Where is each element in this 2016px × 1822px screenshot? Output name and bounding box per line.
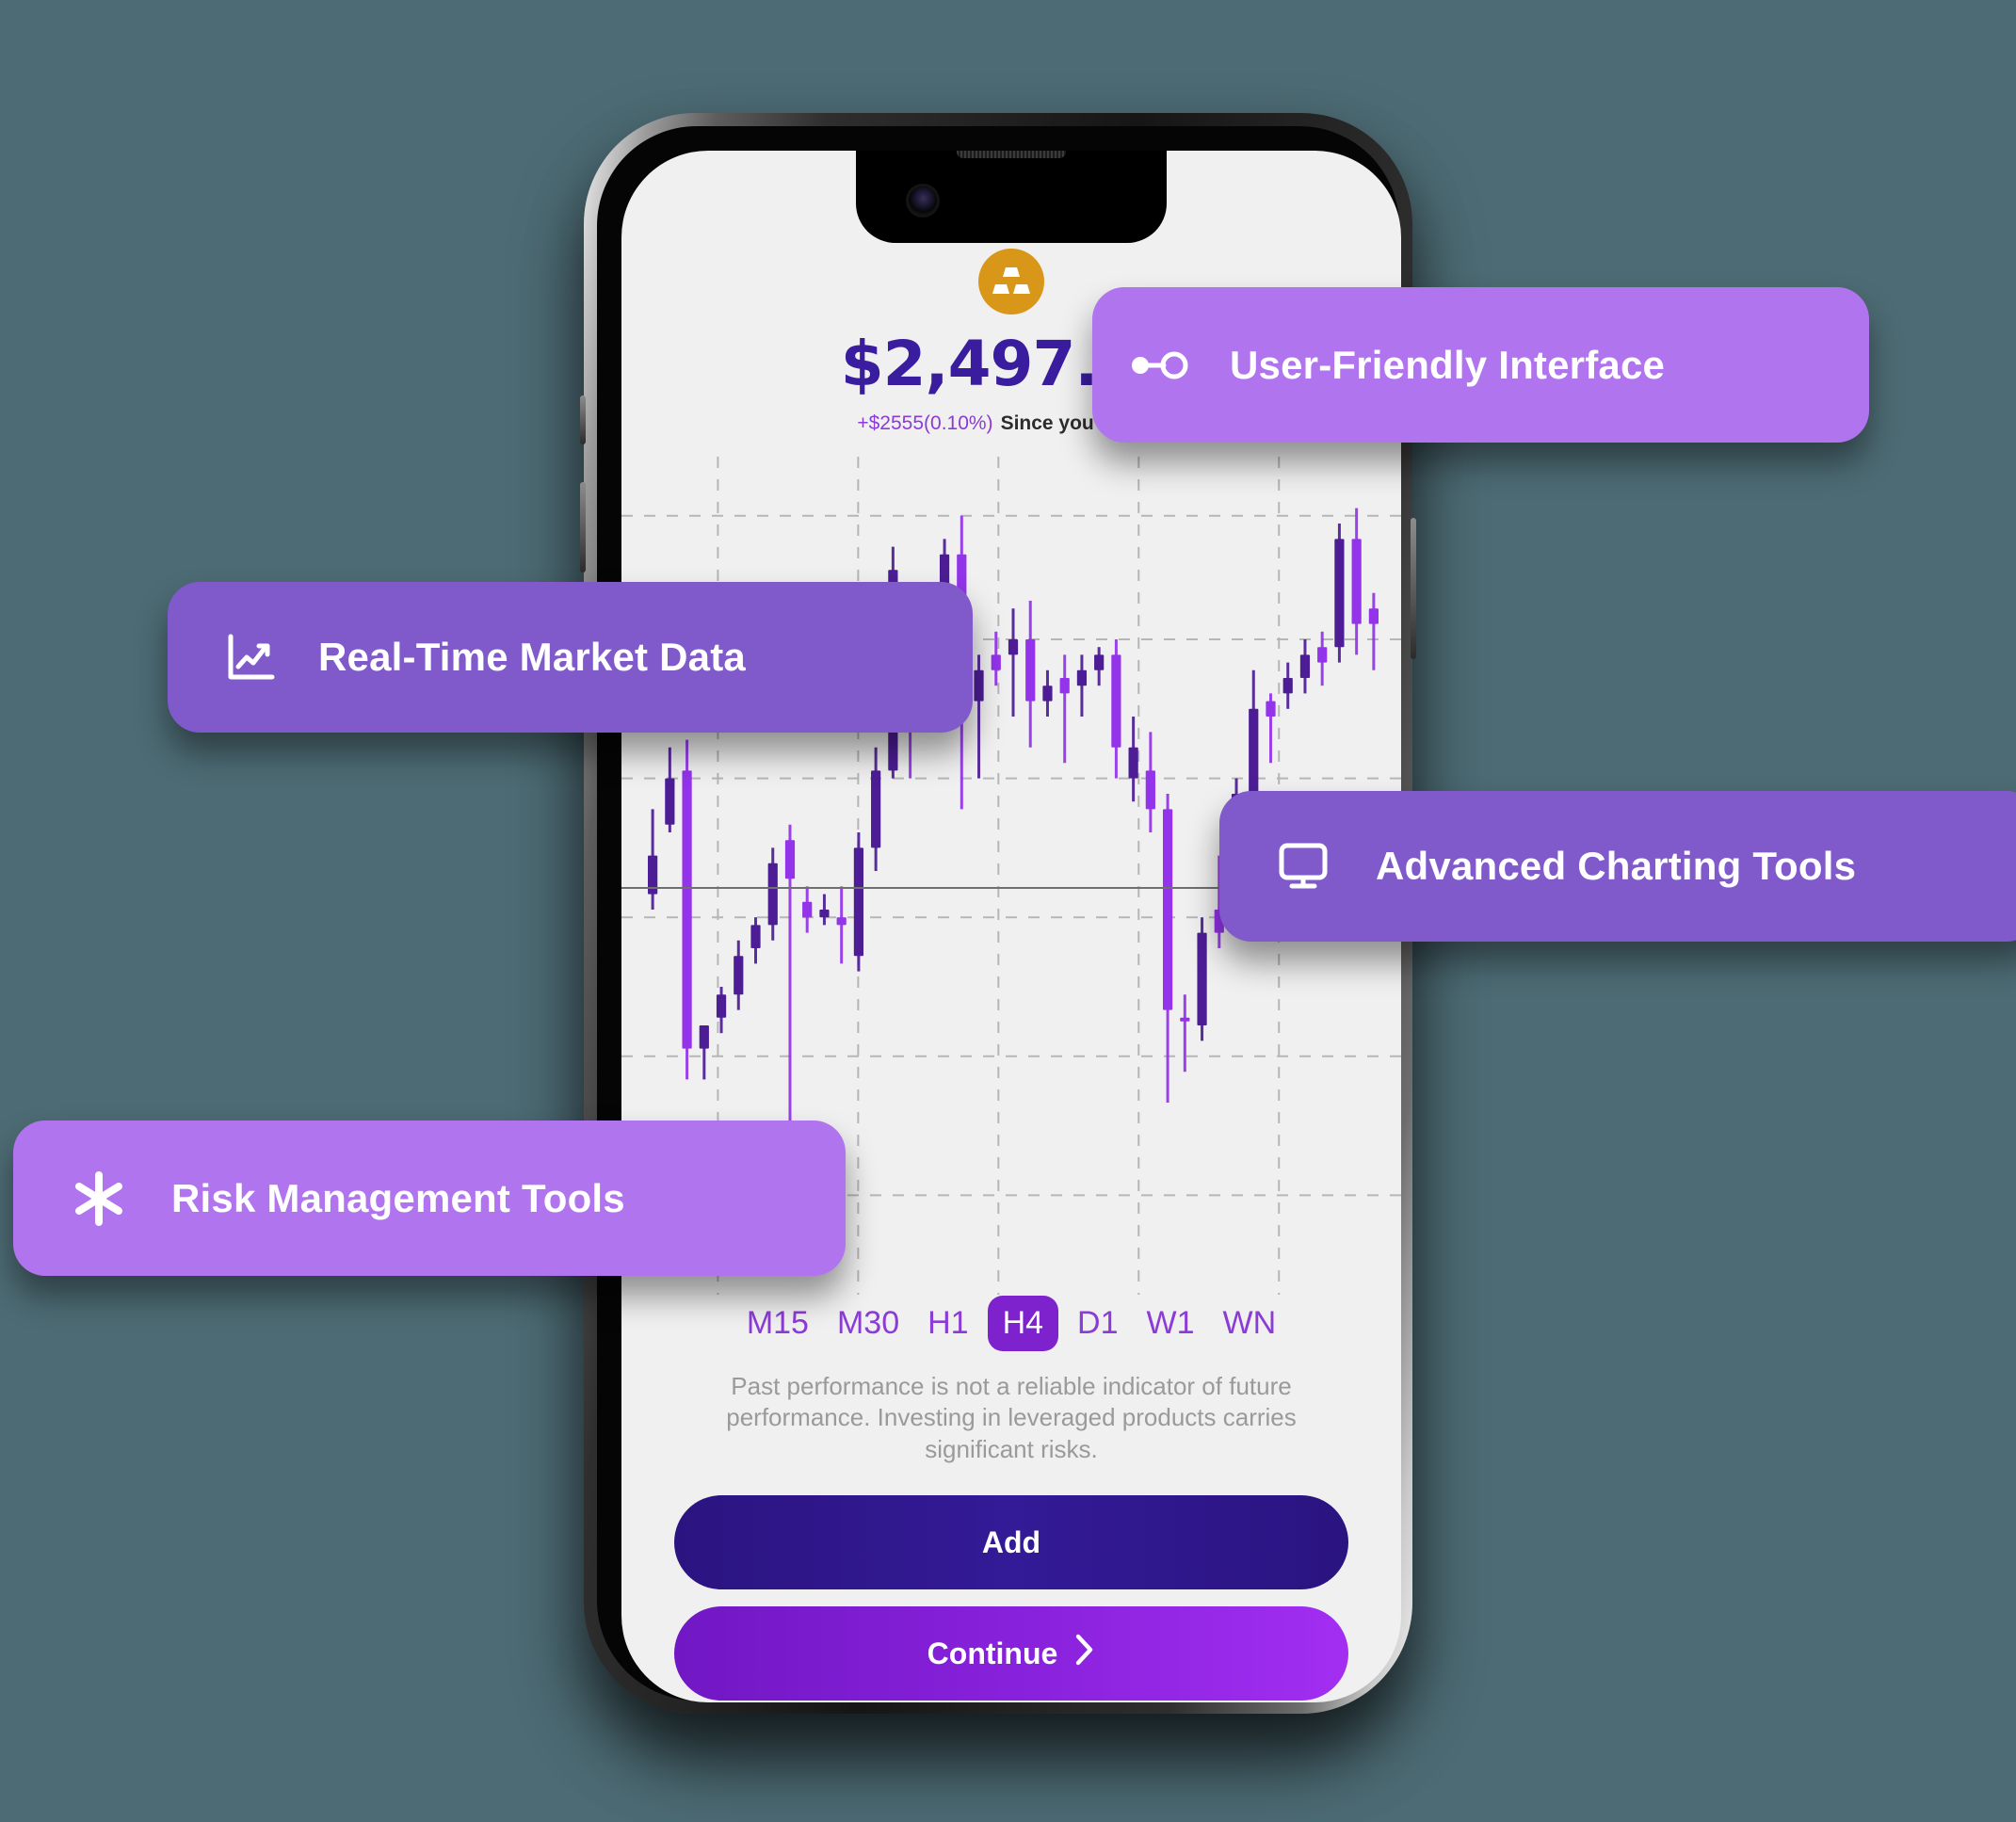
node-link-icon: [1130, 348, 1188, 382]
continue-button[interactable]: Continue: [674, 1606, 1348, 1701]
feature-badge-label: User-Friendly Interface: [1230, 342, 1666, 387]
timeframe-button-w1[interactable]: W1: [1137, 1299, 1204, 1347]
phone-power-button: [1411, 518, 1416, 659]
chevron-right-icon: [1074, 1634, 1095, 1673]
add-button-label: Add: [981, 1524, 1041, 1559]
feature-badge-real-time-market-data[interactable]: Real-Time Market Data: [168, 582, 973, 733]
timeframe-button-m30[interactable]: M30: [828, 1299, 909, 1347]
front-camera-icon: [909, 186, 937, 215]
feature-badge-label: Advanced Charting Tools: [1376, 844, 1857, 888]
price-change-value: +$2555(0.10%): [857, 412, 993, 434]
monitor-icon: [1276, 840, 1331, 893]
timeframe-button-d1[interactable]: D1: [1068, 1299, 1127, 1347]
line-chart-icon: [224, 631, 277, 684]
timeframe-selector[interactable]: M15 M30 H1 H4 D1 W1 WN: [621, 1296, 1401, 1351]
asterisk-icon: [72, 1169, 126, 1228]
feature-badge-label: Risk Management Tools: [171, 1175, 625, 1220]
gold-bars-icon: [978, 249, 1044, 314]
feature-badge-user-friendly-interface[interactable]: User-Friendly Interface: [1092, 287, 1869, 443]
timeframe-button-wn[interactable]: WN: [1214, 1299, 1286, 1347]
feature-badge-risk-management-tools[interactable]: Risk Management Tools: [13, 1121, 846, 1276]
timeframe-button-m15[interactable]: M15: [737, 1299, 818, 1347]
risk-disclaimer: Past performance is not a reliable indic…: [726, 1372, 1297, 1463]
earpiece-speaker-icon: [957, 151, 1066, 158]
feature-badge-advanced-charting-tools[interactable]: Advanced Charting Tools: [1219, 791, 2016, 942]
timeframe-button-h1[interactable]: H1: [918, 1299, 977, 1347]
add-button[interactable]: Add: [674, 1495, 1348, 1589]
phone-volume-up-button: [580, 482, 586, 572]
feature-badge-label: Real-Time Market Data: [318, 635, 746, 679]
phone-silent-switch: [580, 395, 586, 444]
phone-notch: [856, 151, 1167, 243]
timeframe-button-h4[interactable]: H4: [987, 1296, 1059, 1351]
continue-button-label: Continue: [927, 1636, 1058, 1670]
